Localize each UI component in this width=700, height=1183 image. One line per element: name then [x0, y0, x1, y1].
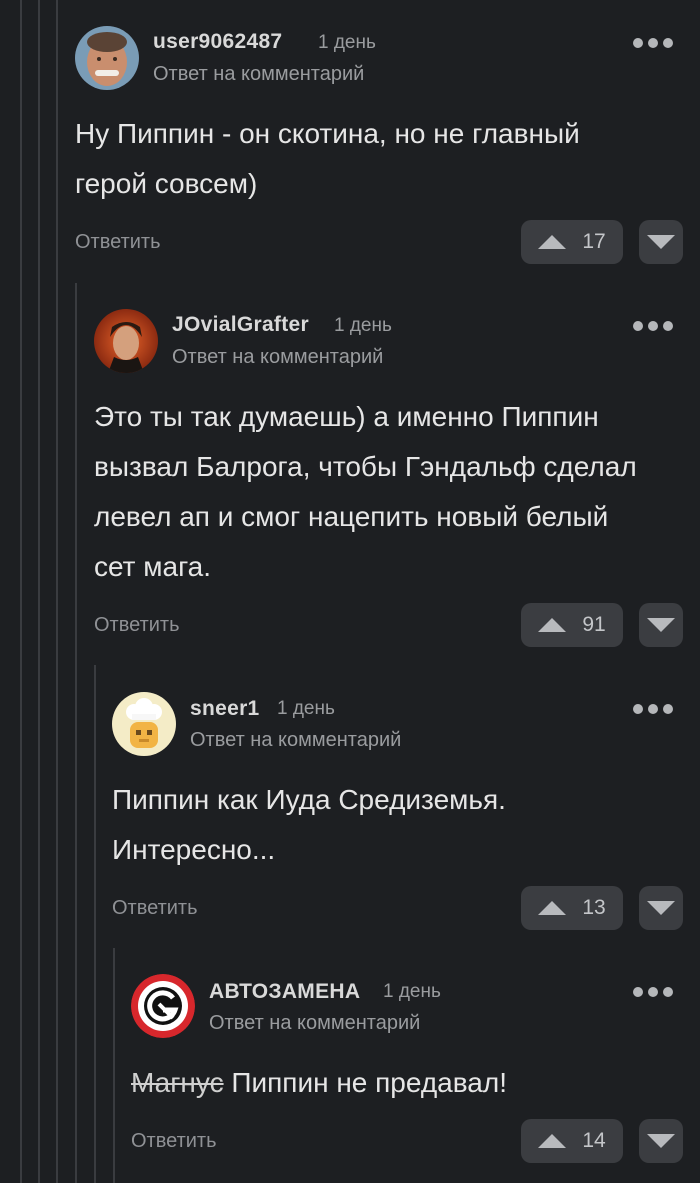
- reply-to-link[interactable]: Ответ на комментарий: [190, 729, 401, 752]
- user-photo-icon: [94, 309, 158, 373]
- arrow-down-icon: [647, 901, 675, 915]
- user-avatar[interactable]: [112, 692, 176, 756]
- more-options-icon[interactable]: [633, 318, 673, 332]
- g-logo-icon: [131, 974, 195, 1038]
- comment-text: Пиппин как Иуда Средиземья. Интересно...: [112, 784, 506, 865]
- downvote-button[interactable]: [639, 886, 683, 930]
- username[interactable]: sneer1: [190, 697, 260, 721]
- upvote-button[interactable]: 14: [521, 1119, 623, 1163]
- reply-to-link[interactable]: Ответ на комментарий: [209, 1012, 420, 1035]
- comment-text: Ну Пиппин - он скотина, но не главный ге…: [75, 118, 580, 199]
- arrow-up-icon: [538, 901, 567, 915]
- downvote-button[interactable]: [639, 220, 683, 264]
- user-avatar[interactable]: [94, 309, 158, 373]
- comment-time: 1 день: [383, 981, 441, 1002]
- thread-line: [56, 0, 58, 1183]
- reply-button[interactable]: Ответить: [75, 231, 161, 254]
- comment-time: 1 день: [334, 315, 392, 336]
- username[interactable]: JOvialGrafter: [172, 313, 309, 337]
- comment-text: Магнус Пиппин не предавал!: [131, 1058, 507, 1108]
- thread-line: [38, 0, 40, 1183]
- arrow-up-icon: [538, 1134, 567, 1148]
- reply-button[interactable]: Ответить: [112, 897, 198, 920]
- thread-line: [20, 0, 22, 1183]
- thread-line: [113, 948, 115, 1183]
- more-options-icon[interactable]: [633, 701, 673, 715]
- rating-count: 17: [582, 230, 606, 253]
- thread-line: [94, 665, 96, 1183]
- user-photo-icon: [75, 26, 139, 90]
- rating-count: 13: [582, 896, 606, 919]
- comment-text: Это ты так думаешь) а именно Пиппин вызв…: [94, 401, 637, 582]
- upvote-button[interactable]: 91: [521, 603, 623, 647]
- rating-count: 14: [582, 1129, 606, 1152]
- arrow-down-icon: [647, 235, 675, 249]
- comment-time: 1 день: [277, 698, 335, 719]
- reply-button[interactable]: Ответить: [131, 1130, 217, 1153]
- user-avatar[interactable]: [75, 26, 139, 90]
- upvote-button[interactable]: 17: [521, 220, 623, 264]
- arrow-up-icon: [538, 618, 567, 632]
- thread-line: [75, 283, 77, 1183]
- user-avatar[interactable]: [131, 974, 195, 1038]
- more-options-icon[interactable]: [633, 984, 673, 998]
- downvote-button[interactable]: [639, 603, 683, 647]
- reply-button[interactable]: Ответить: [94, 614, 180, 637]
- reply-to-link[interactable]: Ответ на комментарий: [153, 63, 364, 86]
- arrow-down-icon: [647, 1134, 675, 1148]
- rating-count: 91: [582, 613, 606, 636]
- username[interactable]: user9062487: [153, 30, 282, 54]
- comment-text-rest: Пиппин не предавал!: [223, 1067, 507, 1098]
- comment-time: 1 день: [318, 32, 376, 53]
- downvote-button[interactable]: [639, 1119, 683, 1163]
- arrow-down-icon: [647, 618, 675, 632]
- more-options-icon[interactable]: [633, 35, 673, 49]
- username[interactable]: АВТОЗАМЕНА: [209, 980, 360, 1004]
- cartoon-chef-icon: [112, 692, 176, 756]
- upvote-button[interactable]: 13: [521, 886, 623, 930]
- arrow-up-icon: [538, 235, 567, 249]
- reply-to-link[interactable]: Ответ на комментарий: [172, 346, 383, 369]
- strikethrough-word: Магнус: [131, 1067, 224, 1098]
